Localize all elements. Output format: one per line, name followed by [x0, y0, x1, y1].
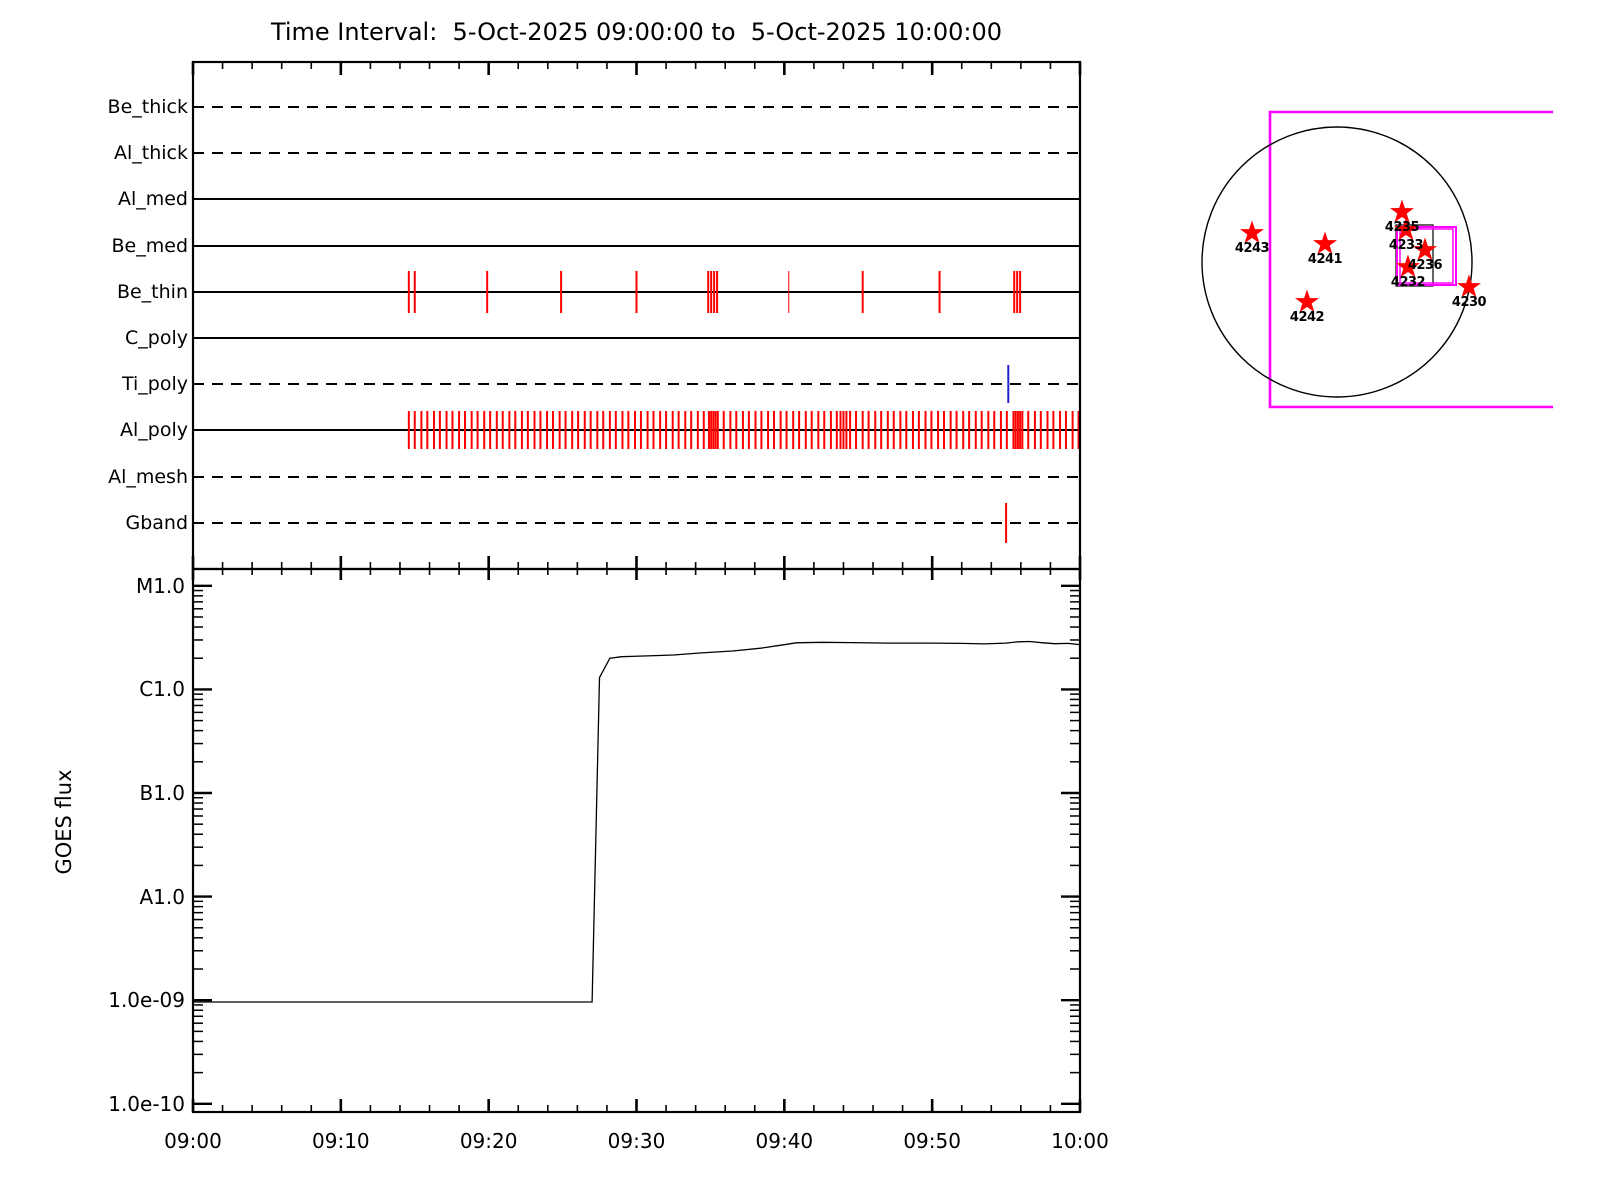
filter-label-Be_med: Be_med	[111, 235, 188, 257]
x-tick-label-10:00: 10:00	[1051, 1129, 1109, 1153]
goes-panel-frame	[191, 567, 1082, 1114]
xrt-plan-plot: Time Interval: 5-Oct-2025 09:00:00 to 5-…	[0, 0, 1600, 1200]
active-region-label-4233: 4233	[1388, 238, 1424, 253]
x-tick-label-09:40: 09:40	[755, 1129, 814, 1153]
filter-label-Al_poly: Al_poly	[120, 419, 188, 441]
filter-label-Al_mesh: Al_mesh	[108, 466, 188, 488]
goes-y-tick-label-M1.0: M1.0	[135, 573, 185, 598]
filter-label-Ti_poly: Ti_poly	[121, 373, 188, 395]
x-tick-label-09:50: 09:50	[903, 1129, 961, 1153]
timeline-panel-frame	[191, 60, 1082, 571]
filter-label-Al_med: Al_med	[117, 188, 188, 210]
x-tick-label-09:30: 09:30	[607, 1129, 666, 1153]
plot-svg	[191, 60, 1553, 1114]
filter-label-Be_thin: Be_thin	[116, 281, 188, 303]
x-tick-label-09:00: 09:00	[164, 1129, 222, 1153]
x-tick-label-09:10: 09:10	[312, 1129, 370, 1153]
goes-y-tick-label-1.0e-10: 1.0e-10	[108, 1091, 185, 1116]
active-region-star-4243-icon	[1239, 220, 1265, 244]
goes-y-tick-label-C1.0: C1.0	[139, 677, 185, 702]
filter-label-C_poly: C_poly	[125, 327, 188, 349]
goes-y-tick-label-B1.0: B1.0	[139, 781, 185, 805]
active-region-star-4242-icon	[1294, 289, 1320, 313]
active-region-label-4241: 4241	[1307, 252, 1343, 267]
active-region-star-4235-icon	[1389, 199, 1415, 223]
goes-y-tick-label-A1.0: A1.0	[139, 884, 186, 909]
active-region-label-4243: 4243	[1234, 241, 1270, 256]
filter-label-Al_thick: Al_thick	[114, 142, 188, 164]
filter-label-Be_thick: Be_thick	[107, 96, 188, 118]
active-region-label-4236: 4236	[1407, 258, 1443, 273]
active-region-label-4235: 4235	[1384, 220, 1420, 235]
active-region-star-4241-icon	[1312, 231, 1338, 255]
filter-label-Gband: Gband	[125, 512, 188, 534]
active-region-label-4230: 4230	[1451, 295, 1487, 310]
active-region-label-4242: 4242	[1289, 310, 1325, 325]
goes-y-tick-label-1.0e-09: 1.0e-09	[108, 988, 185, 1013]
active-region-label-4232: 4232	[1390, 275, 1426, 290]
x-tick-label-09:20: 09:20	[459, 1129, 518, 1153]
goes-flux-curve	[193, 640, 1081, 1003]
plot-title: Time Interval: 5-Oct-2025 09:00:00 to 5-…	[270, 18, 1003, 46]
